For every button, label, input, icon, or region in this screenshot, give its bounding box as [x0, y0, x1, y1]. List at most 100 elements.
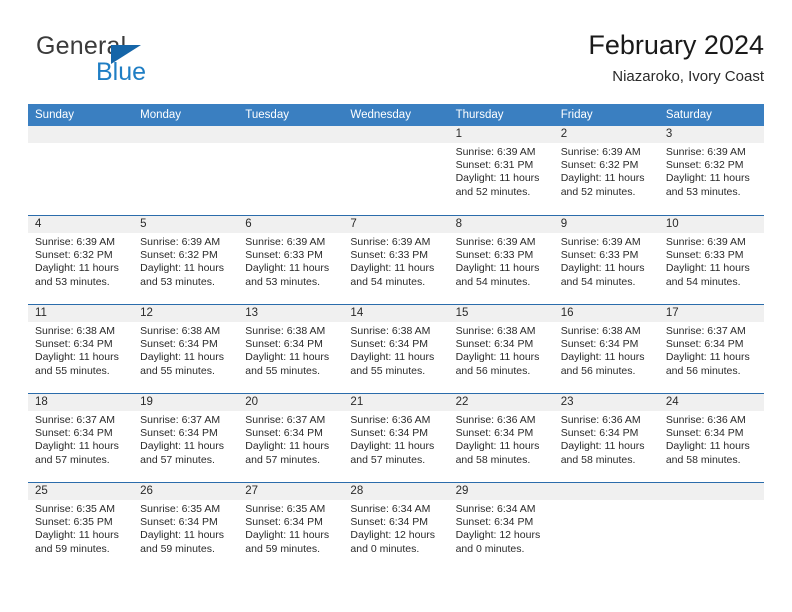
calendar-day-cell[interactable]: 2 Sunrise: 6:39 AM Sunset: 6:32 PM Daylight…	[553, 126, 659, 215]
weekday-header-saturday: Saturday	[665, 109, 712, 121]
weekday-header-sunday: Sunday	[35, 109, 75, 121]
sunset-text: Sunset: 6:32 PM	[560, 159, 639, 172]
calendar-day-cell[interactable]: 29 Sunrise: 6:34 AM Sunset: 6:34 PM Dayligh…	[448, 483, 554, 571]
calendar-day-cell[interactable]: 7 Sunrise: 6:39 AM Sunset: 6:33 PM Daylight…	[343, 216, 449, 304]
day-number: 22	[455, 396, 469, 408]
sunrise-text: Sunrise: 6:39 AM	[665, 146, 746, 158]
day-sun-info: Sunrise: 6:38 AM Sunset: 6:34 PM Daylight:…	[28, 322, 133, 378]
day-number-band	[133, 126, 239, 143]
sunset-text: Sunset: 6:31 PM	[455, 159, 534, 172]
calendar-day-cell-empty	[553, 483, 659, 571]
calendar-day-cell[interactable]: 20 Sunrise: 6:37 AM Sunset: 6:34 PM Dayligh…	[238, 394, 344, 482]
daylight-text: Daylight: 11 hours and 55 minutes.	[35, 351, 119, 377]
sunset-text: Sunset: 6:34 PM	[35, 427, 113, 440]
day-number-band: 4	[28, 216, 134, 233]
calendar-day-cell[interactable]: 24 Sunrise: 6:36 AM Sunset: 6:34 PM Dayligh…	[658, 394, 764, 482]
daylight-text: Daylight: 11 hours and 55 minutes.	[350, 351, 435, 377]
calendar-day-cell[interactable]: 13 Sunrise: 6:38 AM Sunset: 6:34 PM Dayligh…	[238, 305, 344, 393]
sunrise-text: Sunrise: 6:39 AM	[665, 236, 746, 248]
sunrise-text: Sunrise: 6:36 AM	[665, 414, 746, 426]
page-title: February 2024	[588, 30, 764, 60]
day-number: 2	[560, 128, 568, 140]
calendar-day-cell[interactable]: 11 Sunrise: 6:38 AM Sunset: 6:34 PM Dayligh…	[28, 305, 134, 393]
daylight-text: Daylight: 11 hours and 52 minutes.	[455, 172, 540, 198]
calendar-day-cell[interactable]: 14 Sunrise: 6:38 AM Sunset: 6:34 PM Dayligh…	[343, 305, 449, 393]
day-number: 6	[245, 218, 252, 230]
calendar-day-cell-empty	[28, 126, 134, 215]
day-sun-info: Sunrise: 6:35 AM Sunset: 6:34 PM Daylight:…	[133, 500, 238, 556]
sunset-text: Sunset: 6:32 PM	[140, 249, 218, 262]
calendar-day-cell[interactable]: 22 Sunrise: 6:36 AM Sunset: 6:34 PM Dayligh…	[448, 394, 554, 482]
calendar-week-row: 1 Sunrise: 6:39 AM Sunset: 6:31 PM Daylight…	[28, 126, 764, 215]
calendar-day-cell[interactable]: 9 Sunrise: 6:39 AM Sunset: 6:33 PM Daylight…	[553, 216, 659, 304]
calendar-weeks: 1 Sunrise: 6:39 AM Sunset: 6:31 PM Daylight…	[28, 126, 764, 571]
day-sun-info: Sunrise: 6:39 AM Sunset: 6:33 PM Daylight:…	[554, 233, 659, 289]
sunset-text: Sunset: 6:34 PM	[245, 516, 323, 529]
calendar-day-cell[interactable]: 17 Sunrise: 6:37 AM Sunset: 6:34 PM Dayligh…	[658, 305, 764, 393]
calendar-day-cell[interactable]: 15 Sunrise: 6:38 AM Sunset: 6:34 PM Dayligh…	[448, 305, 554, 393]
calendar-day-cell[interactable]: 10 Sunrise: 6:39 AM Sunset: 6:33 PM Dayligh…	[658, 216, 764, 304]
sunset-text: Sunset: 6:34 PM	[665, 338, 744, 351]
day-number-band: 19	[133, 394, 239, 411]
calendar-day-cell[interactable]: 18 Sunrise: 6:37 AM Sunset: 6:34 PM Dayligh…	[28, 394, 134, 482]
sunset-text: Sunset: 6:33 PM	[350, 249, 429, 262]
day-number: 11	[35, 307, 47, 319]
calendar-day-cell[interactable]: 26 Sunrise: 6:35 AM Sunset: 6:34 PM Dayligh…	[133, 483, 239, 571]
day-sun-info: Sunrise: 6:39 AM Sunset: 6:32 PM Daylight:…	[28, 233, 133, 289]
day-number-band: 12	[133, 305, 239, 322]
sunrise-text: Sunrise: 6:38 AM	[350, 325, 431, 337]
calendar-week-row: 25 Sunrise: 6:35 AM Sunset: 6:35 PM Dayligh…	[28, 482, 764, 571]
calendar-day-cell[interactable]: 3 Sunrise: 6:39 AM Sunset: 6:32 PM Daylight…	[658, 126, 764, 215]
daylight-text: Daylight: 11 hours and 52 minutes.	[560, 172, 645, 198]
sunrise-text: Sunrise: 6:39 AM	[350, 236, 431, 248]
calendar-day-cell[interactable]: 27 Sunrise: 6:35 AM Sunset: 6:34 PM Dayligh…	[238, 483, 344, 571]
day-sun-info: Sunrise: 6:39 AM Sunset: 6:33 PM Daylight:…	[659, 233, 764, 289]
day-sun-info: Sunrise: 6:37 AM Sunset: 6:34 PM Daylight:…	[28, 411, 133, 467]
daylight-text: Daylight: 11 hours and 56 minutes.	[665, 351, 750, 377]
day-number: 15	[455, 307, 469, 319]
sunrise-text: Sunrise: 6:39 AM	[35, 236, 115, 248]
calendar-day-cell[interactable]: 1 Sunrise: 6:39 AM Sunset: 6:31 PM Daylight…	[448, 126, 554, 215]
day-sun-info: Sunrise: 6:39 AM Sunset: 6:32 PM Daylight:…	[659, 143, 764, 199]
calendar-day-cell[interactable]: 12 Sunrise: 6:38 AM Sunset: 6:34 PM Dayligh…	[133, 305, 239, 393]
sunset-text: Sunset: 6:35 PM	[35, 516, 113, 529]
calendar-week-row: 18 Sunrise: 6:37 AM Sunset: 6:34 PM Dayligh…	[28, 393, 764, 482]
sunrise-text: Sunrise: 6:36 AM	[560, 414, 641, 426]
calendar-day-cell[interactable]: 21 Sunrise: 6:36 AM Sunset: 6:34 PM Dayligh…	[343, 394, 449, 482]
day-number: 28	[350, 485, 364, 497]
calendar-day-cell-empty	[343, 126, 449, 215]
calendar-day-cell[interactable]: 28 Sunrise: 6:34 AM Sunset: 6:34 PM Dayligh…	[343, 483, 449, 571]
sunset-text: Sunset: 6:33 PM	[560, 249, 639, 262]
sunset-text: Sunset: 6:33 PM	[665, 249, 744, 262]
calendar-day-cell[interactable]: 23 Sunrise: 6:36 AM Sunset: 6:34 PM Dayligh…	[553, 394, 659, 482]
calendar-day-cell[interactable]: 16 Sunrise: 6:38 AM Sunset: 6:34 PM Dayligh…	[553, 305, 659, 393]
day-sun-info: Sunrise: 6:37 AM Sunset: 6:34 PM Daylight:…	[659, 322, 764, 378]
sunset-text: Sunset: 6:34 PM	[35, 338, 113, 351]
calendar-day-cell[interactable]: 19 Sunrise: 6:37 AM Sunset: 6:34 PM Dayligh…	[133, 394, 239, 482]
day-number-band: 14	[343, 305, 449, 322]
day-number-band: 9	[553, 216, 659, 233]
day-sun-info: Sunrise: 6:38 AM Sunset: 6:34 PM Daylight:…	[133, 322, 238, 378]
sunset-text: Sunset: 6:34 PM	[350, 338, 429, 351]
day-number-band	[28, 126, 134, 143]
calendar-day-cell[interactable]: 25 Sunrise: 6:35 AM Sunset: 6:35 PM Dayligh…	[28, 483, 134, 571]
day-number-band: 25	[28, 483, 134, 500]
day-number: 7	[350, 218, 357, 230]
day-number-band	[658, 483, 764, 500]
sunrise-text: Sunrise: 6:39 AM	[560, 146, 641, 158]
weekday-header-row: Sunday Monday Tuesday Wednesday Thursday…	[28, 104, 764, 126]
general-blue-logo: General Blue	[36, 32, 236, 90]
day-number-band: 22	[448, 394, 554, 411]
sunset-text: Sunset: 6:34 PM	[455, 516, 534, 529]
calendar-day-cell[interactable]: 6 Sunrise: 6:39 AM Sunset: 6:33 PM Daylight…	[238, 216, 344, 304]
calendar-page: General Blue February 2024 Niazaroko, Iv…	[0, 0, 792, 612]
sunrise-text: Sunrise: 6:34 AM	[455, 503, 536, 515]
calendar-day-cell[interactable]: 5 Sunrise: 6:39 AM Sunset: 6:32 PM Daylight…	[133, 216, 239, 304]
sunset-text: Sunset: 6:32 PM	[35, 249, 113, 262]
day-number-band: 26	[133, 483, 239, 500]
sunrise-text: Sunrise: 6:37 AM	[245, 414, 326, 426]
daylight-text: Daylight: 11 hours and 53 minutes.	[665, 172, 750, 198]
page-subtitle: Niazaroko, Ivory Coast	[612, 68, 764, 85]
calendar-day-cell[interactable]: 4 Sunrise: 6:39 AM Sunset: 6:32 PM Daylight…	[28, 216, 134, 304]
calendar-day-cell[interactable]: 8 Sunrise: 6:39 AM Sunset: 6:33 PM Daylight…	[448, 216, 554, 304]
